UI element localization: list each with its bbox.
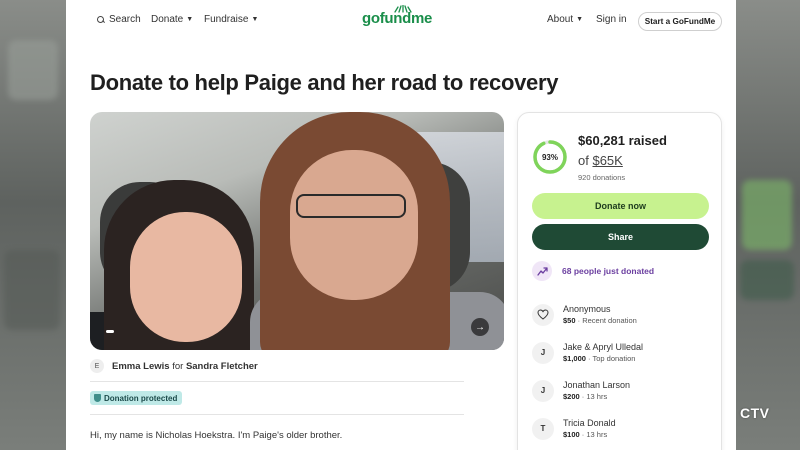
carousel-indicator[interactable] (106, 330, 114, 333)
next-photo-button[interactable]: → (471, 318, 489, 336)
fundraise-menu-label: Fundraise (204, 14, 249, 25)
background-blur (742, 180, 792, 250)
divider (90, 381, 464, 382)
broadcaster-watermark: CTV (740, 405, 770, 421)
top-navigation: Search Donate ▼ Fundraise ▼ gofundme Abo… (66, 0, 736, 42)
amount-raised: $60,281 raised (578, 133, 667, 148)
donor-name: Jonathan Larson (563, 380, 631, 390)
campaign-photo[interactable]: → (90, 112, 504, 350)
donor-name: Tricia Donald (563, 418, 616, 428)
donor-meta: 13 hrs (586, 392, 608, 401)
donate-now-button[interactable]: Donate now (532, 193, 709, 219)
gofundme-logo[interactable]: gofundme (362, 10, 432, 27)
donate-menu[interactable]: Donate ▼ (151, 14, 193, 25)
recent-donors-notice: 68 people just donated (532, 261, 654, 281)
organizer-line: E Emma Lewis for Sandra Fletcher (90, 359, 258, 373)
donor-amount: $1,000 (563, 354, 586, 363)
donor-amount: $50 (563, 316, 576, 325)
donor-meta: Recent donation (582, 316, 637, 325)
search-icon (96, 15, 106, 25)
chevron-down-icon: ▼ (186, 16, 194, 23)
donor-avatar: J (532, 341, 554, 364)
donor-amount: $100 (563, 430, 580, 439)
story-text: Hi, my name is Nicholas Hoekstra. I'm Pa… (90, 430, 343, 441)
fundraise-menu[interactable]: Fundraise ▼ (204, 14, 258, 25)
donor-item: T Tricia Donald $100 · 13 hrs (532, 417, 616, 440)
sign-in-label: Sign in (596, 14, 627, 25)
chevron-down-icon: ▼ (576, 16, 584, 23)
photo-shape (130, 212, 242, 342)
donor-name: Anonymous (563, 304, 611, 314)
donor-name: Jake & Apryl Ulledal (563, 342, 644, 352)
background-blur (740, 260, 794, 300)
goal-line: of $65K (578, 153, 623, 168)
donor-avatar: J (532, 379, 554, 402)
donation-protected-label: Donation protected (104, 393, 178, 403)
progress-percent: 93% (541, 152, 558, 162)
background-left (0, 0, 66, 450)
share-button[interactable]: Share (532, 224, 709, 250)
chevron-down-icon: ▼ (251, 16, 259, 23)
sign-in-link[interactable]: Sign in (596, 14, 627, 25)
donate-menu-label: Donate (151, 14, 184, 25)
of-word: of (578, 153, 589, 168)
donation-protected-badge[interactable]: Donation protected (90, 391, 183, 405)
organizer-name[interactable]: Emma Lewis (112, 361, 170, 372)
donor-meta: 13 hrs (586, 430, 608, 439)
arrow-right-icon: → (475, 321, 485, 333)
heart-hand-icon (532, 303, 554, 326)
page-title: Donate to help Paige and her road to rec… (90, 70, 559, 95)
about-menu-label: About (547, 14, 574, 25)
background-right (736, 0, 800, 450)
goal-amount: $65K (592, 153, 623, 168)
donation-card: 93% $60,281 raised of $65K 920 donations… (517, 112, 722, 450)
donor-amount: $200 (563, 392, 580, 401)
divider (90, 414, 464, 415)
search-label: Search (109, 14, 141, 25)
shield-icon (94, 394, 101, 402)
search-link[interactable]: Search (96, 14, 141, 25)
donor-avatar: T (532, 417, 554, 440)
fundraiser-page: Search Donate ▼ Fundraise ▼ gofundme Abo… (66, 0, 736, 450)
trending-up-icon (532, 261, 552, 281)
background-blur (8, 40, 58, 100)
donor-meta: Top donation (592, 354, 636, 363)
donor-item: J Jake & Apryl Ulledal $1,000 · Top dona… (532, 341, 643, 364)
donor-item: J Jonathan Larson $200 · 13 hrs (532, 379, 630, 402)
organizer-avatar: E (90, 359, 104, 373)
donor-item: Anonymous $50 · Recent donation (532, 303, 637, 326)
about-menu[interactable]: About ▼ (547, 14, 583, 25)
beneficiary-name[interactable]: Sandra Fletcher (186, 361, 258, 372)
background-blur (4, 250, 60, 330)
photo-shape (296, 194, 406, 218)
start-gofundme-button[interactable]: Start a GoFundMe (638, 12, 722, 31)
for-word: for (172, 360, 184, 372)
recent-donors-text: 68 people just donated (562, 266, 655, 276)
photo-shape (290, 150, 418, 300)
donation-count: 920 donations (578, 173, 626, 182)
